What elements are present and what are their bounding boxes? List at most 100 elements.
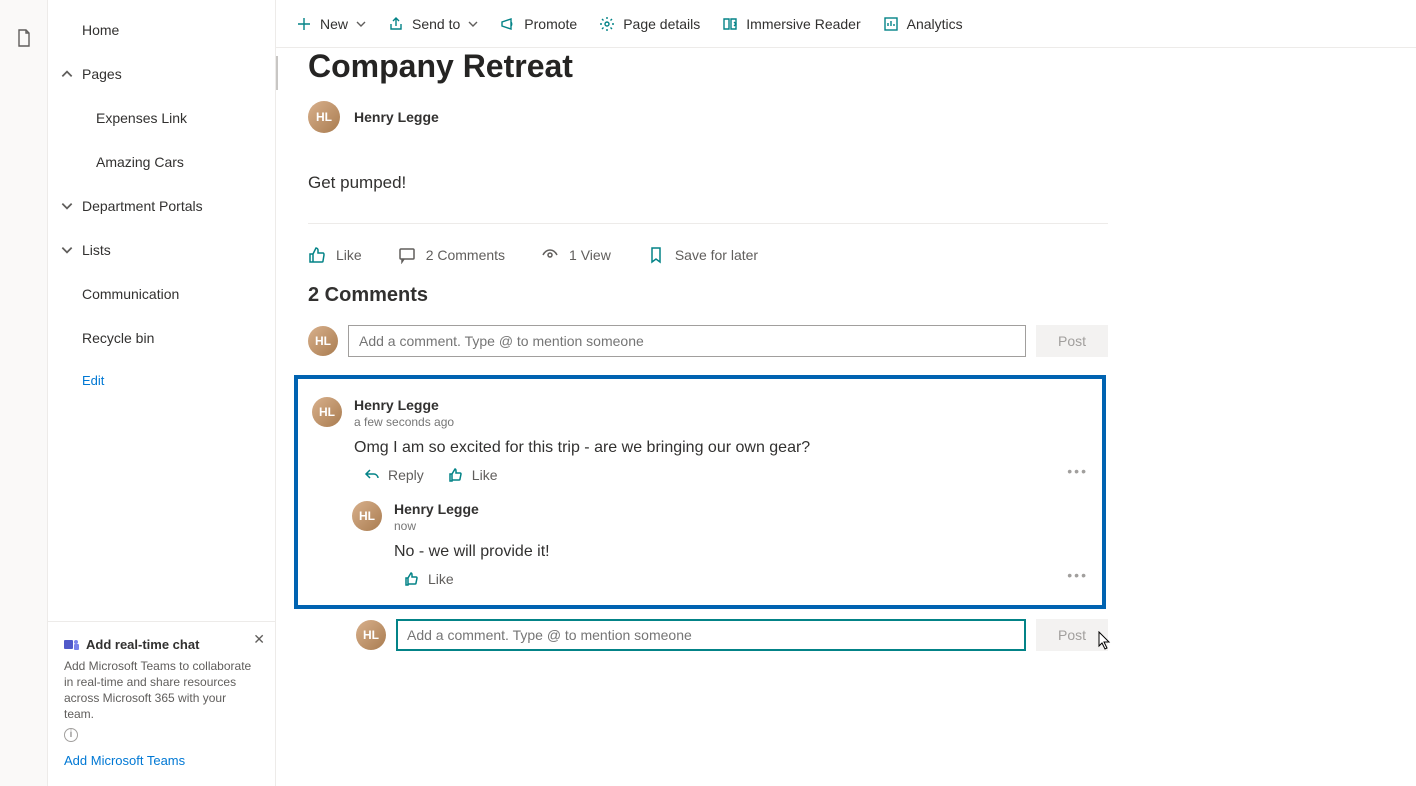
cmd-immersive-reader[interactable]: Immersive Reader bbox=[722, 16, 860, 32]
avatar: HL bbox=[308, 326, 338, 356]
post-button[interactable]: Post bbox=[1036, 325, 1108, 357]
chevron-up-icon bbox=[60, 67, 74, 81]
chart-icon bbox=[883, 16, 899, 32]
chevron-down-icon bbox=[356, 19, 366, 29]
comment-input[interactable] bbox=[348, 325, 1026, 357]
close-icon[interactable]: ✕ bbox=[253, 630, 265, 649]
cmd-label: Analytics bbox=[907, 16, 963, 32]
cmd-analytics[interactable]: Analytics bbox=[883, 16, 963, 32]
cmd-label: Send to bbox=[412, 16, 460, 32]
page-content: Company Retreat HL Henry Legge Get pumpe… bbox=[276, 48, 1416, 786]
share-icon bbox=[388, 16, 404, 32]
main-area: New Send to Promote Page details Immersi… bbox=[276, 0, 1416, 786]
nav-edit[interactable]: Edit bbox=[48, 360, 275, 400]
title-accent bbox=[276, 56, 278, 90]
book-icon bbox=[722, 16, 738, 32]
promo-link[interactable]: Add Microsoft Teams bbox=[64, 752, 259, 770]
promo-desc: Add Microsoft Teams to collaborate in re… bbox=[64, 658, 259, 723]
reply-icon bbox=[364, 467, 380, 483]
reply-input[interactable] bbox=[396, 619, 1026, 651]
app-rail bbox=[0, 0, 48, 786]
nav-communication[interactable]: Communication bbox=[48, 272, 275, 316]
engagement-bar: Like 2 Comments 1 View Save for later bbox=[308, 246, 1416, 264]
action-label: Reply bbox=[388, 467, 424, 483]
megaphone-icon bbox=[500, 16, 516, 32]
site-nav: Home Pages Expenses Link Amazing Cars De… bbox=[48, 0, 276, 786]
avatar[interactable]: HL bbox=[352, 501, 382, 531]
like-button[interactable]: Like bbox=[308, 246, 362, 264]
bookmark-icon bbox=[647, 246, 665, 264]
nav-home[interactable]: Home bbox=[48, 8, 275, 52]
cmd-label: Page details bbox=[623, 16, 700, 32]
teams-promo: ✕ Add real-time chat Add Microsoft Teams… bbox=[48, 621, 275, 786]
chevron-down-icon bbox=[60, 243, 74, 257]
comment: HL Henry Legge a few seconds ago Omg I a… bbox=[312, 397, 1092, 483]
thumbs-up-icon bbox=[308, 246, 326, 264]
nav-department-portals[interactable]: Department Portals bbox=[48, 184, 275, 228]
reply-button[interactable]: Reply bbox=[364, 467, 424, 483]
cmd-new[interactable]: New bbox=[296, 16, 366, 32]
action-label: Like bbox=[428, 571, 454, 587]
comment-time: now bbox=[394, 519, 1092, 533]
like-button[interactable]: Like bbox=[404, 571, 454, 587]
nav-pages[interactable]: Pages bbox=[48, 52, 275, 96]
cmd-send-to[interactable]: Send to bbox=[388, 16, 478, 32]
comment-compose: HL Post bbox=[308, 325, 1108, 357]
nav-recycle-bin[interactable]: Recycle bin bbox=[48, 316, 275, 360]
author-row: HL Henry Legge bbox=[308, 101, 1416, 133]
reply-compose: HL Post bbox=[356, 619, 1108, 651]
cmd-label: Immersive Reader bbox=[746, 16, 860, 32]
comments-count[interactable]: 2 Comments bbox=[398, 246, 505, 264]
cmd-promote[interactable]: Promote bbox=[500, 16, 577, 32]
comment-reply: HL Henry Legge now No - we will provide … bbox=[352, 501, 1092, 587]
save-for-later[interactable]: Save for later bbox=[647, 246, 758, 264]
page-icon[interactable] bbox=[14, 28, 34, 48]
page-title: Company Retreat bbox=[308, 48, 1416, 85]
nav-label: Department Portals bbox=[82, 198, 203, 214]
divider bbox=[308, 223, 1108, 224]
nav-expenses-link[interactable]: Expenses Link bbox=[48, 96, 275, 140]
nav-label: Home bbox=[82, 22, 119, 38]
eng-label: 2 Comments bbox=[426, 247, 505, 263]
eye-icon bbox=[541, 246, 559, 264]
comment-author: Henry Legge bbox=[354, 397, 1092, 413]
eng-label: Save for later bbox=[675, 247, 758, 263]
more-icon[interactable]: ••• bbox=[1067, 463, 1088, 479]
cmd-page-details[interactable]: Page details bbox=[599, 16, 700, 32]
teams-icon bbox=[64, 637, 80, 653]
more-icon[interactable]: ••• bbox=[1067, 567, 1088, 583]
command-bar: New Send to Promote Page details Immersi… bbox=[276, 0, 1416, 48]
nav-lists[interactable]: Lists bbox=[48, 228, 275, 272]
cmd-label: New bbox=[320, 16, 348, 32]
page-body: Get pumped! bbox=[308, 173, 1416, 193]
info-icon[interactable]: i bbox=[64, 728, 78, 742]
gear-icon bbox=[599, 16, 615, 32]
comments-thread-highlighted: HL Henry Legge a few seconds ago Omg I a… bbox=[294, 375, 1106, 609]
views-count: 1 View bbox=[541, 246, 611, 264]
cursor-icon bbox=[1098, 631, 1112, 651]
avatar[interactable]: HL bbox=[312, 397, 342, 427]
thumbs-up-icon bbox=[404, 571, 420, 587]
avatar: HL bbox=[356, 620, 386, 650]
eng-label: Like bbox=[336, 247, 362, 263]
comment-author: Henry Legge bbox=[394, 501, 1092, 517]
author-name: Henry Legge bbox=[354, 109, 439, 125]
comment-text: No - we will provide it! bbox=[394, 543, 1092, 561]
avatar[interactable]: HL bbox=[308, 101, 340, 133]
like-button[interactable]: Like bbox=[448, 467, 498, 483]
chevron-down-icon bbox=[468, 19, 478, 29]
comment-text: Omg I am so excited for this trip - are … bbox=[354, 439, 1092, 457]
nav-label: Lists bbox=[82, 242, 111, 258]
cmd-label: Promote bbox=[524, 16, 577, 32]
action-label: Like bbox=[472, 467, 498, 483]
comment-time: a few seconds ago bbox=[354, 415, 1092, 429]
nav-label: Pages bbox=[82, 66, 122, 82]
comments-header: 2 Comments bbox=[308, 284, 1416, 307]
comment-icon bbox=[398, 246, 416, 264]
plus-icon bbox=[296, 16, 312, 32]
nav-label: Amazing Cars bbox=[96, 154, 184, 170]
nav-label: Communication bbox=[82, 286, 179, 302]
nav-label: Expenses Link bbox=[96, 110, 187, 126]
nav-label: Edit bbox=[82, 373, 104, 388]
nav-amazing-cars[interactable]: Amazing Cars bbox=[48, 140, 275, 184]
